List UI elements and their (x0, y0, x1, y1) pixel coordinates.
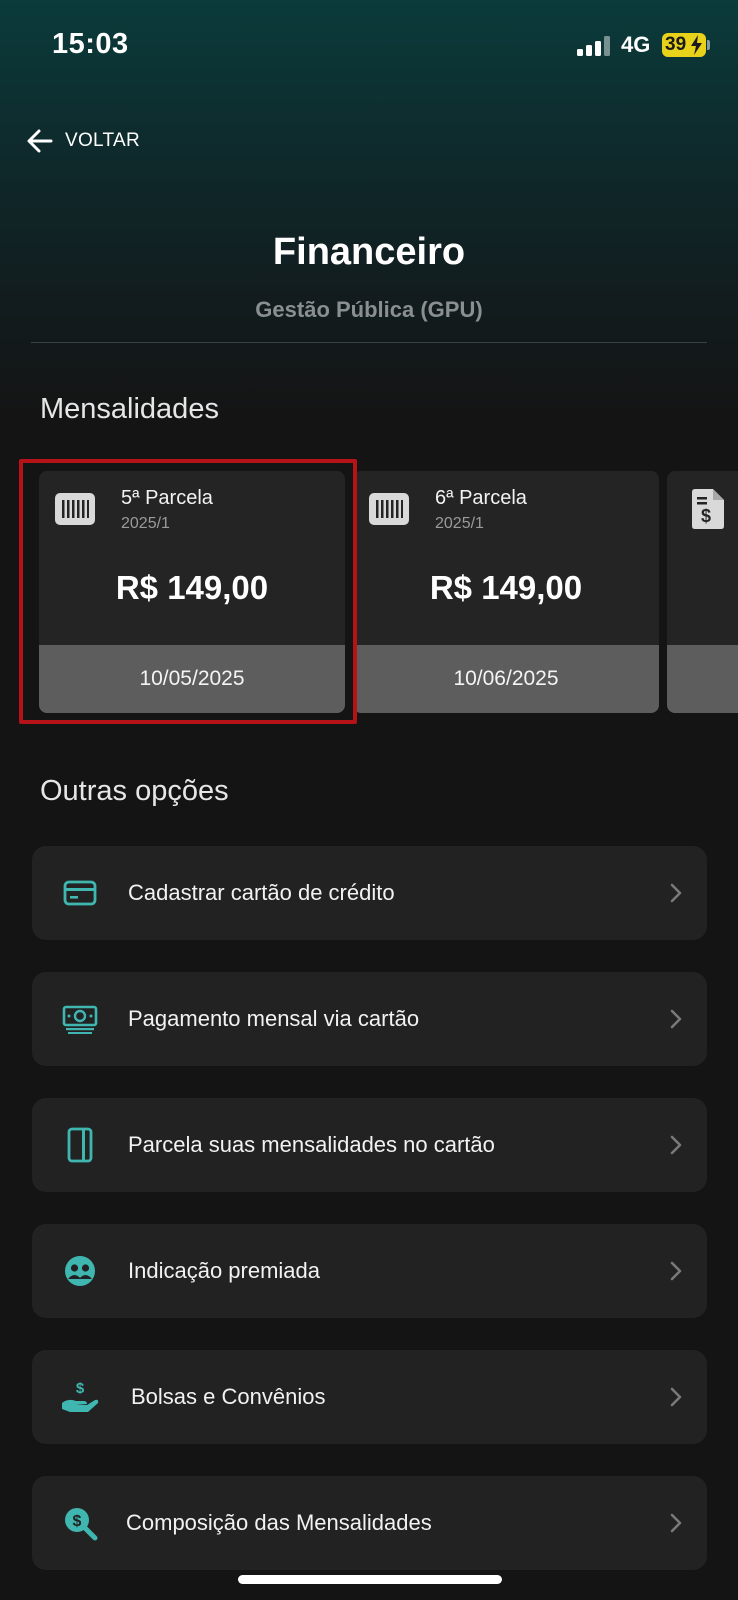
installment-amount: R$ 149,00 (115, 569, 269, 606)
installment-card[interactable]: 6ª Parcela 2025/1 R$ 149,00 10/06/2025 (353, 471, 659, 713)
installment-label: 5ª Parcela (121, 487, 213, 509)
users-circle-icon (65, 1256, 95, 1286)
option-label: Composição das Mensalidades (126, 1510, 432, 1535)
section-title-other-options: Outras opções (40, 775, 229, 807)
installment-term: 2025/1 (435, 515, 484, 532)
card-vertical-icon (67, 1127, 93, 1163)
installment-card[interactable]: 5ª Parcela 2025/1 R$ 149,00 10/05/2025 (39, 471, 345, 713)
page-subtitle: Gestão Pública (GPU) (255, 297, 483, 322)
status-bar: 15:03 4G 39 (0, 0, 738, 92)
battery-tip (707, 40, 710, 50)
arrow-left-icon (27, 129, 53, 153)
option-label: Indicação premiada (128, 1258, 321, 1283)
barcode-icon (55, 493, 95, 525)
installment-term: 2025/1 (121, 515, 170, 532)
home-indicator[interactable] (238, 1575, 502, 1584)
chevron-right-icon (670, 1261, 682, 1281)
hand-dollar-icon: $ (62, 1380, 99, 1412)
option-monthly-card-payment[interactable]: Pagamento mensal via cartão (32, 972, 707, 1066)
search-dollar-icon: $ (65, 1508, 98, 1541)
charging-bolt-icon (691, 35, 702, 55)
signal-icon (577, 36, 613, 56)
battery-level: 39 (665, 34, 687, 55)
barcode-icon (369, 493, 409, 525)
installment-due-date: 10/06/2025 (353, 645, 659, 713)
installment-due-date: 10/05/2025 (39, 645, 345, 713)
back-label: VOLTAR (65, 130, 140, 151)
installment-due-date (667, 645, 738, 713)
credit-card-icon (63, 880, 97, 906)
option-label: Pagamento mensal via cartão (128, 1006, 420, 1031)
chevron-right-icon (670, 1135, 682, 1155)
chevron-right-icon (670, 1513, 682, 1533)
invoice-dollar-icon: $ (692, 489, 724, 529)
chevron-right-icon (670, 883, 682, 903)
option-fee-composition[interactable]: $ Composição das Mensalidades (32, 1476, 707, 1570)
option-installments-on-card[interactable]: Parcela suas mensalidades no cartão (32, 1098, 707, 1192)
svg-text:$: $ (701, 506, 711, 526)
back-button[interactable]: VOLTAR (26, 124, 140, 158)
section-title-installments: Mensalidades (40, 393, 219, 425)
chevron-right-icon (670, 1009, 682, 1029)
option-label: Parcela suas mensalidades no cartão (128, 1132, 495, 1157)
battery-icon: 39 (662, 33, 706, 57)
chevron-right-icon (670, 1387, 682, 1407)
cash-icon (62, 1005, 98, 1034)
installment-card-partial[interactable]: $ (667, 471, 738, 713)
installment-label: 6ª Parcela (435, 487, 527, 509)
svg-text:$: $ (73, 1513, 82, 1530)
installment-amount: R$ 149,00 (429, 569, 583, 606)
option-register-credit-card[interactable]: Cadastrar cartão de crédito (32, 846, 707, 940)
option-label: Bolsas e Convênios (131, 1384, 326, 1409)
option-scholarships-agreements[interactable]: $ Bolsas e Convênios (32, 1350, 707, 1444)
option-referral-reward[interactable]: Indicação premiada (32, 1224, 707, 1318)
installments-carousel[interactable]: 5ª Parcela 2025/1 R$ 149,00 10/05/2025 6… (0, 471, 738, 715)
page-title: Financeiro (272, 231, 466, 273)
svg-text:$: $ (76, 1380, 85, 1397)
option-label: Cadastrar cartão de crédito (128, 880, 395, 905)
header-divider (31, 342, 707, 343)
status-time: 15:03 (52, 28, 129, 60)
network-label: 4G (621, 32, 651, 57)
